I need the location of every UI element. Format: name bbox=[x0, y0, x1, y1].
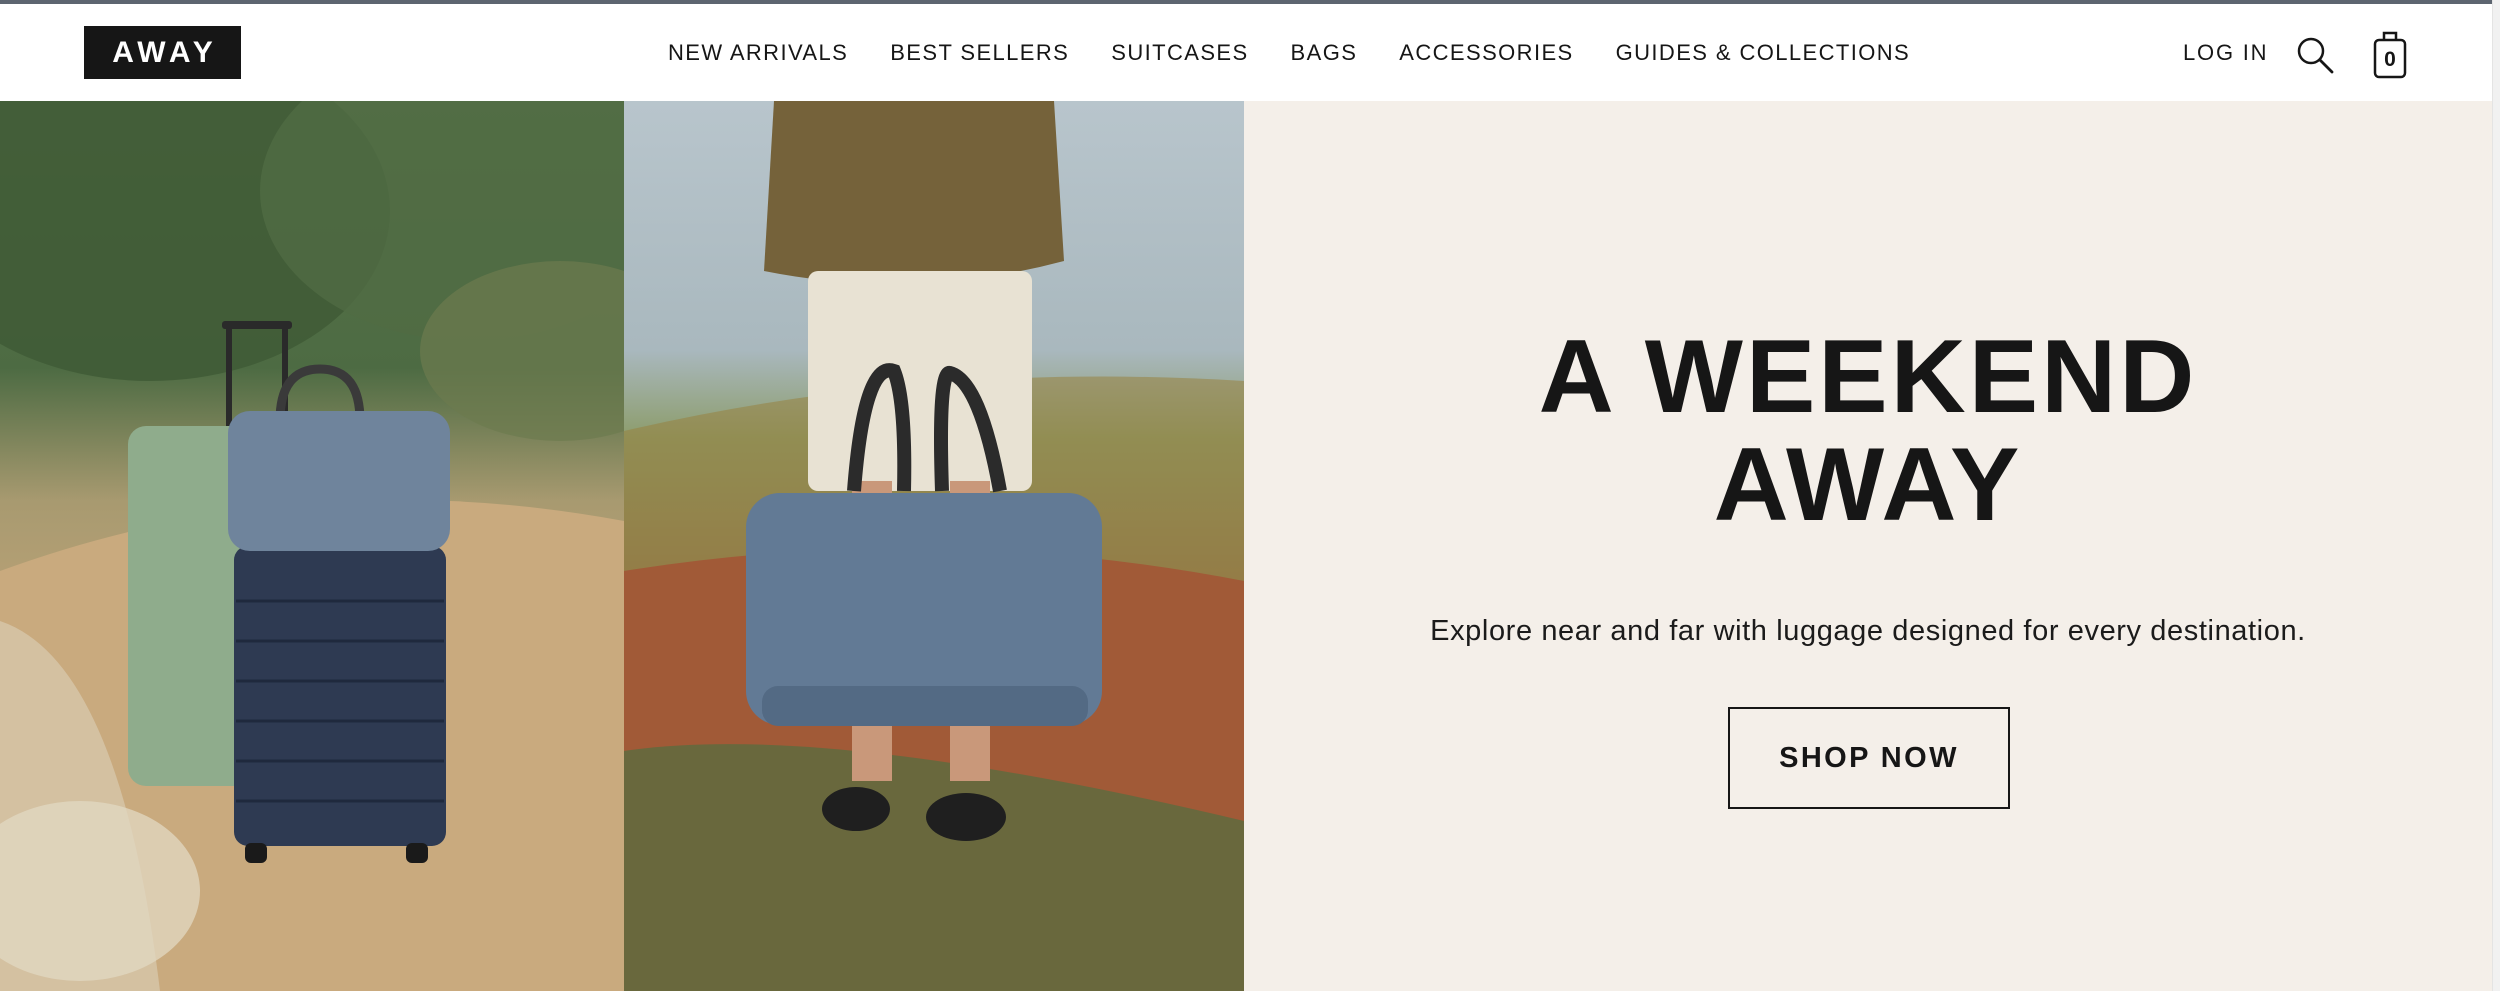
nav-item-guides-collections[interactable]: GUIDES & COLLECTIONS bbox=[1616, 38, 1911, 68]
away-logo[interactable]: AWAY bbox=[84, 26, 241, 79]
nav-item-best-sellers[interactable]: BEST SELLERS bbox=[890, 38, 1069, 68]
logo-text: AWAY bbox=[112, 35, 218, 69]
hero-headline-line-2: AWAY bbox=[1713, 427, 2023, 543]
hero-headline-line-1: A WEEKEND bbox=[1538, 319, 2198, 435]
nav-item-new-arrivals[interactable]: NEW ARRIVALS bbox=[668, 38, 848, 68]
hero-image-duffel-bag bbox=[624, 101, 1244, 991]
hero-subtext: Explore near and far with luggage design… bbox=[1430, 615, 2306, 647]
cart-button[interactable]: 0 bbox=[2370, 29, 2410, 81]
hero-panel: A WEEKEND AWAY Explore near and far with… bbox=[1244, 101, 2492, 991]
page-scrollbar[interactable] bbox=[2492, 0, 2500, 991]
hero-image-suitcases bbox=[0, 101, 624, 991]
nav-item-suitcases[interactable]: SUITCASES bbox=[1111, 38, 1248, 68]
cart-count: 0 bbox=[2384, 48, 2396, 71]
nav-item-accessories[interactable]: ACCESSORIES bbox=[1399, 38, 1573, 68]
main-nav: NEW ARRIVALS BEST SELLERS SUITCASES BAGS… bbox=[668, 38, 1910, 68]
shop-now-button[interactable]: SHOP NOW bbox=[1728, 707, 2010, 809]
log-in-link[interactable]: LOG IN bbox=[2183, 38, 2268, 68]
hero-headline: A WEEKEND AWAY bbox=[1244, 323, 2492, 539]
site-header: AWAY NEW ARRIVALS BEST SELLERS SUITCASES… bbox=[0, 4, 2492, 101]
nav-item-bags[interactable]: BAGS bbox=[1291, 38, 1358, 68]
search-icon[interactable] bbox=[2295, 35, 2335, 75]
